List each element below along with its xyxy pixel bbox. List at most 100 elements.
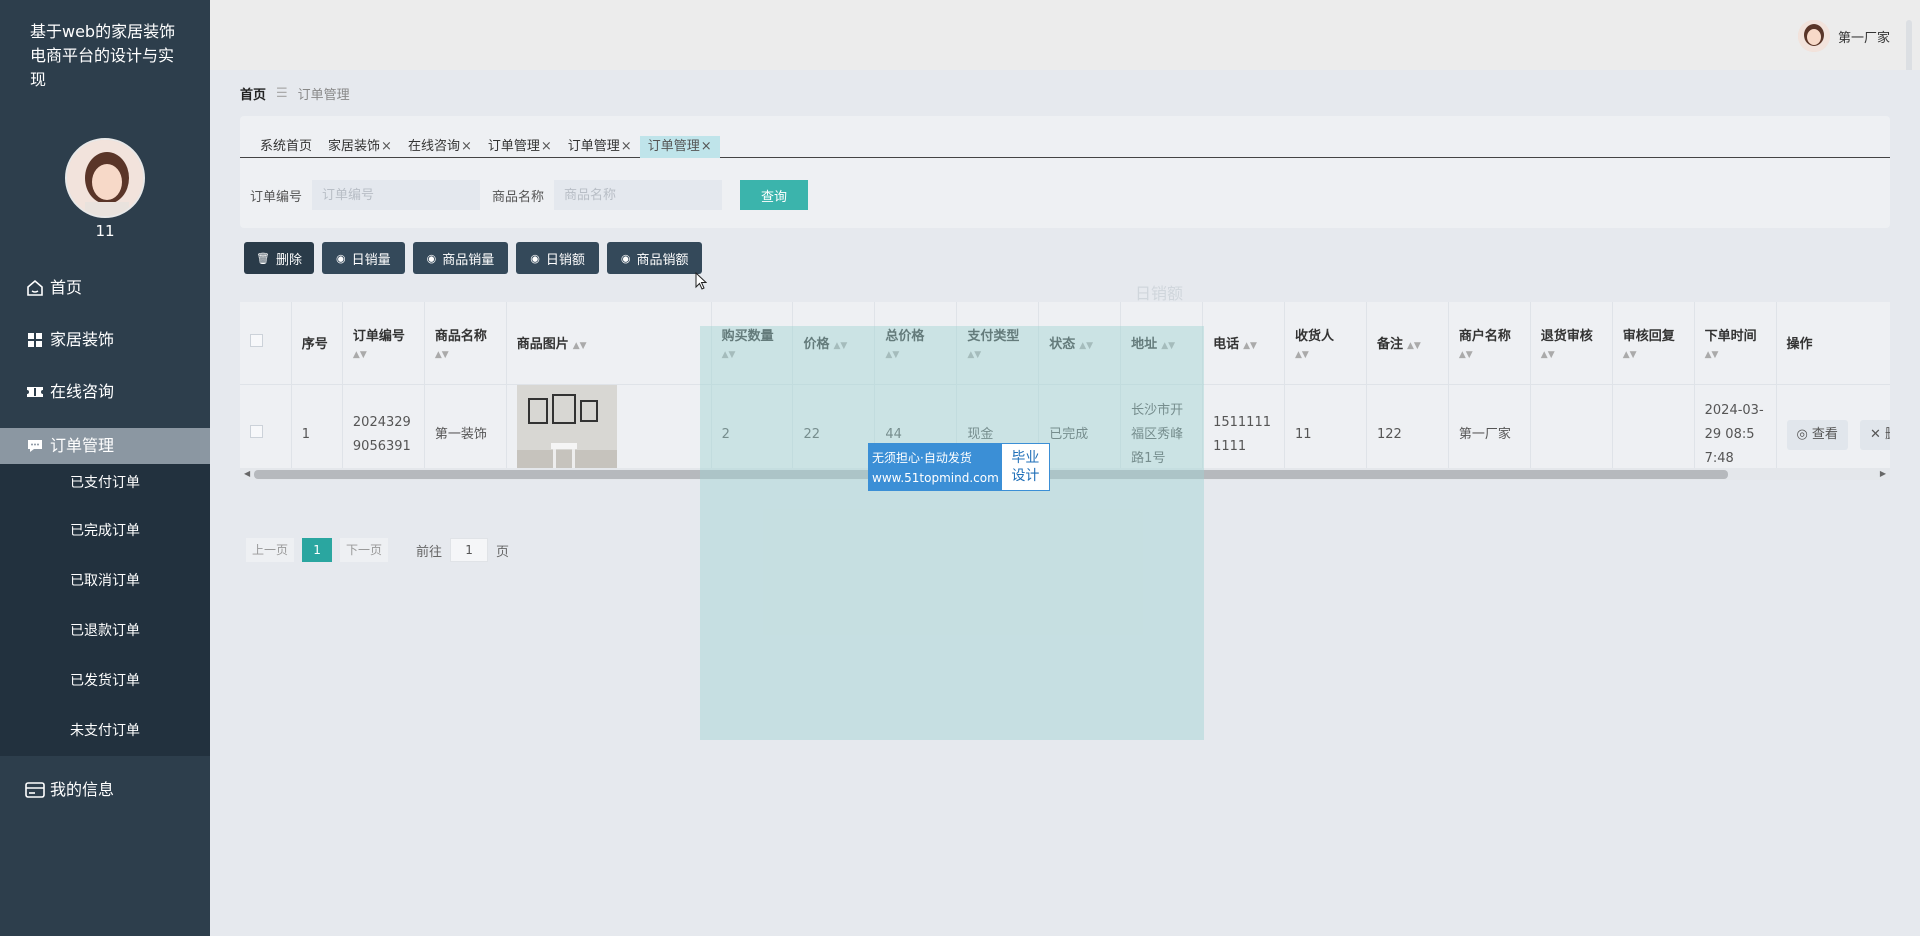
select-all-cell [240,302,292,385]
tab-home[interactable]: 系统首页 [252,136,320,158]
product-name-input[interactable] [554,180,723,210]
watermark-right2: 设计 [1011,468,1040,484]
product-thumbnail[interactable] [516,384,617,480]
col-return-review[interactable]: 退货审核 ▲▼ [1530,302,1613,385]
sort-icon[interactable]: ▲▼ [834,341,848,351]
avatar[interactable] [65,138,145,218]
sort-icon[interactable]: ▲▼ [435,350,496,360]
tab-orders-3[interactable]: 订单管理× [639,136,720,158]
col-order-time[interactable]: 下单时间 ▲▼ [1694,302,1777,385]
header-label: 支付类型 [967,329,1020,345]
col-review-reply[interactable]: 审核回复 ▲▼ [1612,302,1695,385]
top-bar: 第一厂家 [210,0,1920,70]
button-label: 日销额 [545,252,585,268]
view-button[interactable]: ◎ 查看 [1786,419,1848,450]
cell-index: 1 [291,384,343,480]
sort-icon[interactable]: ▲▼ [1459,350,1520,360]
col-total[interactable]: 总价格 ▲▼ [874,302,958,385]
next-page-button[interactable]: 下一页 [340,538,389,562]
scroll-left-icon[interactable]: ◀ [244,468,250,480]
product-volume-button[interactable]: ◉ 商品销量 [412,242,509,274]
tab-orders-1[interactable]: 订单管理× [480,136,560,158]
col-quantity[interactable]: 购买数量 ▲▼ [711,302,794,385]
submenu-unpaid-orders[interactable]: 未支付订单 [0,706,210,756]
query-button[interactable]: 查询 [740,180,809,210]
header-label: 电话 [1213,337,1240,353]
sidebar-item-consult[interactable]: 在线咨询 [0,366,210,418]
sort-icon[interactable]: ▲▼ [1541,350,1602,360]
submenu-paid-orders[interactable]: 已支付订单 [0,464,210,506]
header-label: 商户名称 [1458,329,1511,345]
sort-icon[interactable]: ▲▼ [1407,341,1421,351]
cell-remark: 122 [1366,384,1449,480]
submenu-shipped-orders[interactable]: 已发货订单 [0,656,210,706]
header-label: 价格 [803,337,830,353]
cell-operations: ◎查看 ✕删除 [1776,384,1890,480]
daily-amount-button[interactable]: ◉ 日销额 [516,242,599,274]
product-amount-button[interactable]: ◉ 商品销额 [606,242,703,274]
sort-icon[interactable]: ▲▼ [1623,350,1684,360]
col-price[interactable]: 价格 ▲▼ [792,302,876,385]
table-horizontal-scrollbar[interactable]: ◀ ▶ [240,468,1890,480]
sort-icon[interactable]: ▲▼ [573,341,587,351]
submenu-refunded-orders[interactable]: 已退款订单 [0,606,210,656]
breadcrumb: 首页 ☰ 订单管理 [240,84,350,103]
prev-page-button[interactable]: 上一页 [246,538,295,562]
submenu-cancelled-orders[interactable]: 已取消订单 [0,556,210,606]
cell-address: 长沙市开福区秀峰路1号 [1120,384,1204,480]
product-name-label: 商品名称 [492,189,545,205]
close-icon[interactable]: × [461,139,472,154]
sort-icon[interactable]: ▲▼ [1705,350,1766,360]
sort-icon[interactable]: ▲▼ [1161,341,1175,351]
goto-page-input[interactable]: 1 [450,538,489,562]
col-merchant[interactable]: 商户名称 ▲▼ [1448,302,1531,385]
breadcrumb-home[interactable]: 首页 [240,84,266,103]
header-label: 商品名称 [434,329,487,345]
page-unit-label: 页 [496,544,510,560]
sidebar-item-my-info[interactable]: 我的信息 [0,764,210,816]
tab-orders-2[interactable]: 订单管理× [560,136,640,158]
sidebar-item-home[interactable]: 首页 [0,262,210,314]
close-icon[interactable]: × [381,139,392,154]
col-product-name[interactable]: 商品名称 ▲▼ [424,302,507,385]
header-label: 购买数量 [721,329,774,345]
col-phone[interactable]: 电话 ▲▼ [1202,302,1286,385]
button-label: 日销量 [351,252,391,268]
page-number-current[interactable]: 1 [302,538,333,562]
sort-icon[interactable]: ▲▼ [1295,350,1356,360]
sidebar-item-decor[interactable]: 家居装饰 [0,314,210,366]
col-order-no[interactable]: 订单编号 ▲▼ [342,302,425,385]
header-label: 地址 [1131,337,1158,353]
delete-button[interactable]: 🗑 删除 [244,242,314,274]
submenu-completed-orders[interactable]: 已完成订单 [0,506,210,556]
target-icon: ◉ [426,251,437,265]
close-icon[interactable]: × [701,139,712,154]
row-checkbox[interactable] [250,424,263,438]
col-product-image[interactable]: 商品图片 ▲▼ [506,302,712,385]
main-content: 首页 ☰ 订单管理 系统首页 家居装饰× 在线咨询× 订单管理× 订单管理× 订… [210,70,1920,936]
tab-decor[interactable]: 家居装饰× [320,136,400,158]
row-delete-button[interactable]: ✕删除 [1860,419,1890,450]
top-user-menu[interactable]: 第一厂家 [1797,20,1890,52]
col-remark[interactable]: 备注 ▲▼ [1366,302,1449,385]
sort-icon[interactable]: ▲▼ [885,350,946,360]
sort-icon[interactable]: ▲▼ [1079,341,1093,351]
tab-consult[interactable]: 在线咨询× [400,136,480,158]
col-status[interactable]: 状态 ▲▼ [1038,302,1122,385]
daily-volume-button[interactable]: ◉ 日销量 [321,242,405,274]
scroll-right-icon[interactable]: ▶ [1880,468,1886,480]
sidebar-item-orders[interactable]: 订单管理 [0,428,210,464]
cell-review-reply [1612,384,1695,480]
col-address[interactable]: 地址 ▲▼ [1120,302,1204,385]
sort-icon[interactable]: ▲▼ [1243,341,1257,351]
sort-icon[interactable]: ▲▼ [722,350,783,360]
close-icon[interactable]: × [541,139,552,154]
col-receiver[interactable]: 收货人 ▲▼ [1284,302,1367,385]
select-all-checkbox[interactable] [250,334,263,348]
sort-icon[interactable]: ▲▼ [967,350,1028,360]
top-avatar [1797,20,1830,52]
order-no-input[interactable] [312,180,481,210]
close-icon[interactable]: × [621,139,632,154]
col-pay-type[interactable]: 支付类型 ▲▼ [956,302,1040,385]
sort-icon[interactable]: ▲▼ [353,350,414,360]
